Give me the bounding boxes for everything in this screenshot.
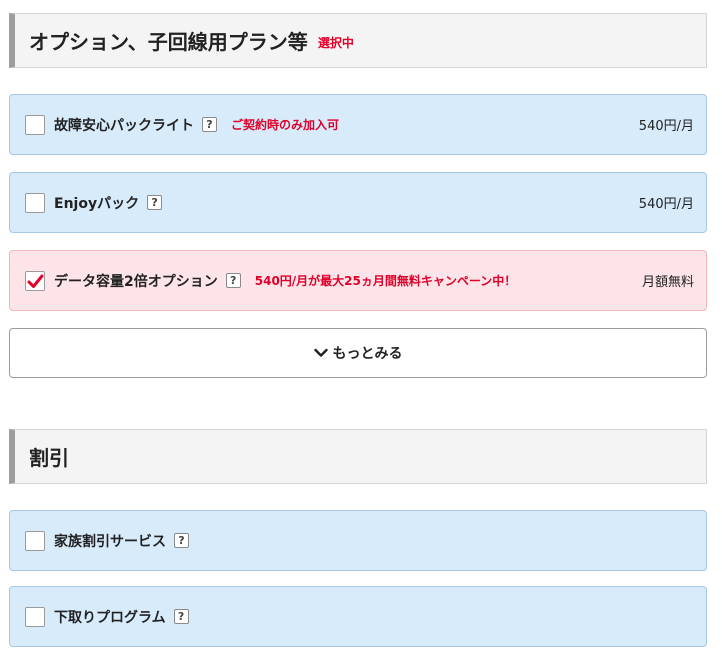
option-checkbox[interactable] (25, 114, 45, 135)
show-more-label: もっとみる (332, 346, 403, 362)
question-icon[interactable]: ? (225, 273, 241, 288)
option-row-trade-in[interactable]: 下取りプログラム ? (9, 586, 707, 647)
option-checkbox-checked[interactable] (25, 270, 45, 291)
option-label: 下取りプログラム (54, 609, 166, 626)
discount-section-title: 割引 (29, 446, 69, 470)
option-label: 故障安心パックライト (54, 117, 194, 134)
option-checkbox[interactable] (25, 606, 45, 627)
option-label: データ容量2倍オプション (54, 273, 218, 290)
selected-badge: 選択中 (317, 36, 354, 50)
discount-section-header: 割引 (9, 429, 707, 484)
checkmark-icon (27, 274, 44, 288)
question-icon[interactable]: ? (174, 533, 189, 548)
question-icon[interactable]: ? (202, 117, 217, 132)
question-icon[interactable]: ? (147, 195, 163, 210)
options-section-title: オプション、子回線用プラン等 (29, 30, 308, 54)
option-label: 家族割引サービス (54, 533, 166, 550)
options-section-header: オプション、子回線用プラン等 選択中 (9, 13, 707, 68)
option-row-family-discount[interactable]: 家族割引サービス ? (9, 510, 707, 571)
option-row-kosho-anshin[interactable]: 故障安心パックライト ? ご契約時のみ加入可 540円/月 (9, 94, 707, 155)
option-price: 540円/月 (638, 119, 694, 134)
option-price: 月額無料 (641, 275, 694, 290)
question-icon[interactable]: ? (173, 609, 189, 624)
option-price: 540円/月 (638, 197, 694, 212)
option-row-enjoy-pack[interactable]: Enjoyパック ? 540円/月 (9, 172, 707, 233)
campaign-note: 540円/月が最大25ヵ月間無料キャンペーン中！ (254, 274, 517, 288)
option-row-data-double[interactable]: データ容量2倍オプション ? 540円/月が最大25ヵ月間無料キャンペーン中！ … (9, 250, 707, 311)
option-checkbox[interactable] (25, 530, 45, 551)
option-note: ご契約時のみ加入可 (231, 118, 340, 132)
option-checkbox[interactable] (25, 192, 45, 213)
chevron-down-icon (313, 348, 328, 357)
show-more-button[interactable]: もっとみる (9, 328, 707, 378)
option-label: Enjoyパック (54, 195, 140, 212)
